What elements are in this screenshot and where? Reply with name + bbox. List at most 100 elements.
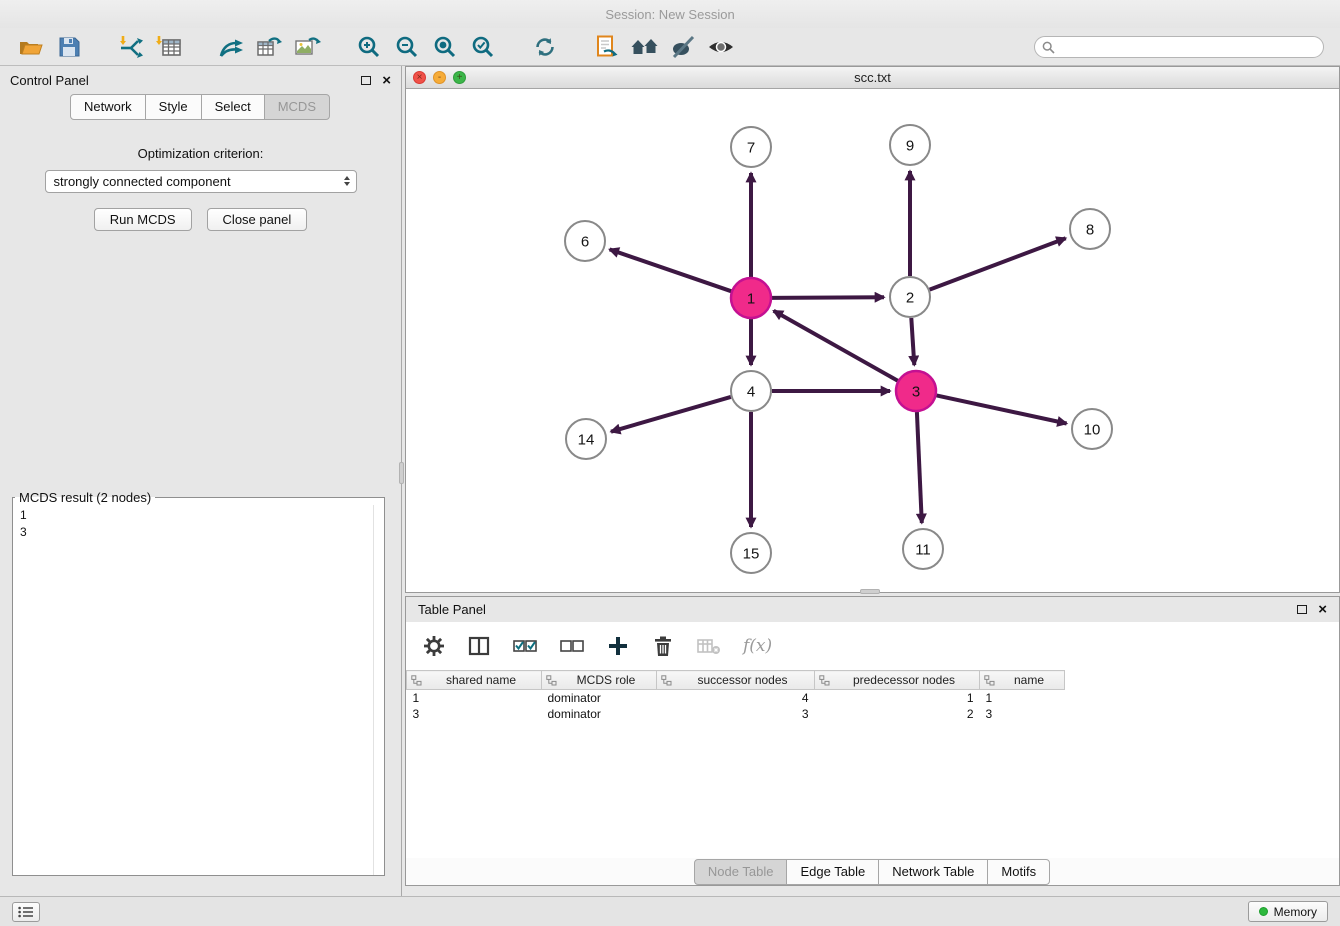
tab-network[interactable]: Network (70, 94, 146, 120)
row-filler (1065, 690, 1340, 706)
graphics-details-button[interactable] (664, 31, 702, 63)
cell-mcds-role[interactable]: dominator (542, 690, 657, 706)
svg-text:11: 11 (915, 541, 931, 558)
graph-edge-3-10[interactable] (937, 395, 1067, 423)
tab-style[interactable]: Style (145, 94, 202, 120)
column-header-predecessor-nodes[interactable]: predecessor nodes (815, 671, 980, 690)
graph-node-7[interactable]: 7 (731, 127, 771, 167)
close-window-button[interactable] (413, 71, 426, 84)
tab-select[interactable]: Select (201, 94, 265, 120)
export-document-button[interactable] (588, 31, 626, 63)
cell-successor-nodes[interactable]: 4 (657, 690, 815, 706)
export-network-button[interactable] (212, 31, 250, 63)
cell-shared-name[interactable]: 3 (407, 706, 542, 722)
graph-edge-3-11[interactable] (917, 412, 922, 523)
zoom-in-button[interactable] (350, 31, 388, 63)
table-tab-edge-table[interactable]: Edge Table (786, 859, 879, 885)
close-panel-button[interactable]: Close panel (207, 208, 308, 231)
refresh-button[interactable] (526, 31, 564, 63)
graph-node-3[interactable]: 3 (896, 371, 936, 411)
deselect-all-columns-button[interactable] (559, 634, 585, 658)
graph-node-2[interactable]: 2 (890, 277, 930, 317)
graph-node-11[interactable]: 11 (903, 529, 943, 569)
import-network-button[interactable] (112, 31, 150, 63)
apply-function-button[interactable]: f(x) (743, 636, 772, 656)
panel-menu-button[interactable] (12, 902, 40, 922)
memory-button[interactable]: Memory (1248, 901, 1328, 922)
graph-edge-2-8[interactable] (930, 238, 1066, 289)
export-table-button[interactable] (250, 31, 288, 63)
close-panel-icon[interactable] (382, 73, 391, 88)
minimize-window-button[interactable] (433, 71, 446, 84)
cell-predecessor-nodes[interactable]: 1 (815, 690, 980, 706)
home-button[interactable] (626, 31, 664, 63)
table-row[interactable]: 1dominator411 (407, 690, 1340, 706)
delete-columns-button[interactable] (651, 634, 675, 658)
svg-text:3: 3 (912, 383, 920, 400)
select-all-columns-button[interactable] (512, 634, 538, 658)
import-table-button[interactable] (150, 31, 188, 63)
zoom-fit-button[interactable] (426, 31, 464, 63)
graph-node-1[interactable]: 1 (731, 278, 771, 318)
graph-edge-4-14[interactable] (611, 397, 731, 432)
panel-splitter-horizontal[interactable] (860, 589, 880, 594)
graph-node-15[interactable]: 15 (731, 533, 771, 573)
export-table-icon (255, 34, 283, 60)
graph-node-14[interactable]: 14 (566, 419, 606, 459)
panel-splitter-vertical[interactable] (399, 462, 404, 484)
cell-mcds-role[interactable]: dominator (542, 706, 657, 722)
cell-name[interactable]: 1 (980, 690, 1065, 706)
network-window-title: scc.txt (854, 70, 891, 85)
cell-predecessor-nodes[interactable]: 2 (815, 706, 980, 722)
restore-columns-button[interactable] (696, 634, 722, 658)
add-column-button[interactable] (606, 634, 630, 658)
memory-status-icon (1259, 907, 1268, 916)
column-header-name[interactable]: name (980, 671, 1065, 690)
table-row[interactable]: 3dominator323 (407, 706, 1340, 722)
network-canvas[interactable]: 7 9 6 8 1 2 4 3 14 10 15 11 (406, 90, 1339, 592)
network-graph[interactable]: 7 9 6 8 1 2 4 3 14 10 15 11 (406, 90, 1339, 593)
graph-edge-1-6[interactable] (610, 249, 732, 291)
split-columns-button[interactable] (467, 634, 491, 658)
graph-node-8[interactable]: 8 (1070, 209, 1110, 249)
export-image-button[interactable] (288, 31, 326, 63)
result-scrollbar[interactable] (373, 505, 384, 875)
column-header-successor-nodes[interactable]: successor nodes (657, 671, 815, 690)
open-session-button[interactable] (12, 31, 50, 63)
tab-mcds[interactable]: MCDS (264, 94, 330, 120)
graph-node-9[interactable]: 9 (890, 125, 930, 165)
node-table-area: shared nameMCDS rolesuccessor nodesprede… (406, 670, 1339, 858)
graph-node-10[interactable]: 10 (1072, 409, 1112, 449)
cell-name[interactable]: 3 (980, 706, 1065, 722)
eye-icon (706, 34, 736, 60)
column-tree-icon (819, 675, 830, 686)
criterion-dropdown-value: strongly connected component (54, 174, 231, 189)
zoom-selected-button[interactable] (464, 31, 502, 63)
criterion-dropdown[interactable]: strongly connected component (45, 170, 357, 193)
run-mcds-button[interactable]: Run MCDS (94, 208, 192, 231)
maximize-window-button[interactable] (453, 71, 466, 84)
cell-successor-nodes[interactable]: 3 (657, 706, 815, 722)
graph-node-6[interactable]: 6 (565, 221, 605, 261)
close-table-panel-icon[interactable] (1318, 602, 1327, 617)
cell-shared-name[interactable]: 1 (407, 690, 542, 706)
main-toolbar (0, 28, 1340, 66)
graph-node-4[interactable]: 4 (731, 371, 771, 411)
table-tab-node-table[interactable]: Node Table (694, 859, 788, 885)
table-settings-button[interactable] (422, 634, 446, 658)
graph-edge-2-3[interactable] (911, 318, 914, 365)
folder-icon (18, 34, 44, 60)
search-input[interactable] (1034, 36, 1324, 58)
table-tab-network-table[interactable]: Network Table (878, 859, 988, 885)
float-panel-icon[interactable] (361, 76, 371, 85)
column-header-mcds-role[interactable]: MCDS role (542, 671, 657, 690)
graph-edge-1-2[interactable] (772, 297, 884, 298)
save-session-button[interactable] (50, 31, 88, 63)
float-table-panel-icon[interactable] (1297, 605, 1307, 614)
table-tab-motifs[interactable]: Motifs (987, 859, 1050, 885)
split-columns-icon (467, 634, 491, 658)
show-hide-button[interactable] (702, 31, 740, 63)
column-header-shared-name[interactable]: shared name (407, 671, 542, 690)
zoom-out-button[interactable] (388, 31, 426, 63)
graph-edge-3-1[interactable] (774, 311, 898, 381)
